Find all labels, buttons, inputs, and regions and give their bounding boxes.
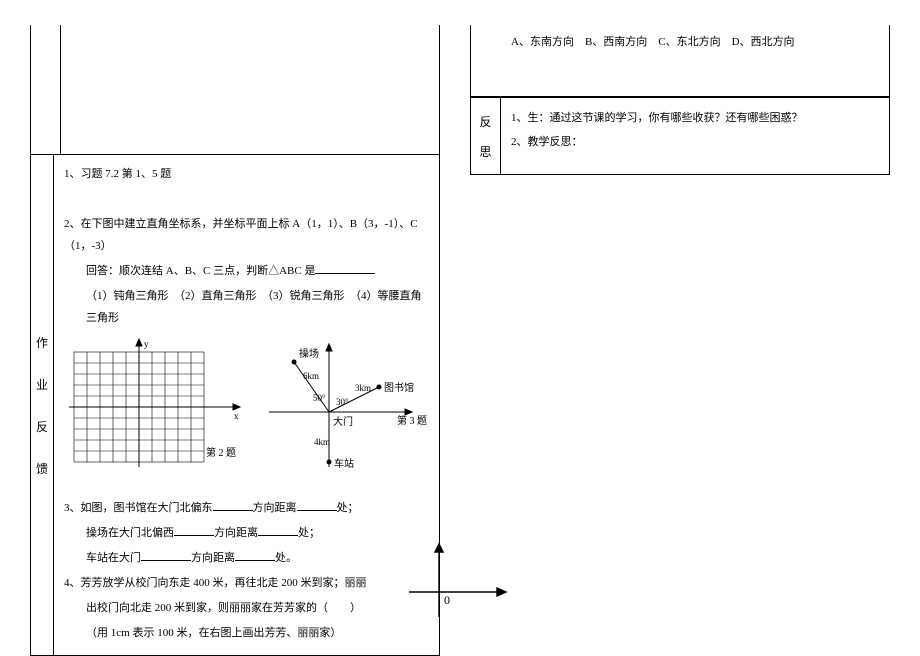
left-panel-top-blank — [31, 25, 439, 155]
left-panel: 作 业 反 馈 1、习题 7.2 第 1、5 题 2、在下图中建立直角坐标系，并… — [30, 25, 440, 656]
reflect-side-label: 反 思 — [471, 98, 501, 174]
side-char: 反 — [36, 418, 48, 435]
side-char: 馈 — [36, 460, 48, 477]
blank — [174, 524, 214, 536]
coord-svg: 0 — [404, 542, 509, 627]
y-label: y — [144, 339, 149, 349]
blank — [297, 499, 337, 511]
q3a-text: 3、如图，图书馆在大门北偏东 — [64, 502, 213, 514]
q4a-text: 4、芳芳放学从校门向东走 400 米，再往北走 200 米到家；丽丽 — [64, 572, 429, 594]
x-label: x — [234, 411, 239, 421]
grid-caption: 第 2 题 — [206, 444, 236, 464]
right-bottom-panel: 反 思 1、生：通过这节课的学习，你有哪些收获？还有哪些困惑？ 2、教学反思： — [470, 97, 890, 175]
side-char: 思 — [479, 143, 491, 160]
right-top-panel: A、东南方向 B、西南方向 C、东北方向 D、西北方向 — [470, 25, 890, 97]
d3-label: 3km — [355, 383, 371, 393]
q3a2: 方向距离 — [253, 502, 297, 514]
a50-label: 50° — [313, 393, 326, 403]
d6-label: 6km — [303, 371, 319, 381]
top-side-col — [31, 25, 61, 154]
left-panel-bottom: 作 业 反 馈 1、习题 7.2 第 1、5 题 2、在下图中建立直角坐标系，并… — [31, 155, 439, 655]
q1-text: 1、习题 7.2 第 1、5 题 — [64, 163, 429, 185]
a30-label: 30° — [336, 397, 349, 407]
q2b-text: 回答：顺次连结 A、B、C 三点，判断△ABC 是 — [86, 265, 315, 277]
q2b-line: 回答：顺次连结 A、B、C 三点，判断△ABC 是 — [64, 260, 429, 282]
blank — [213, 499, 253, 511]
q3a3: 处； — [337, 502, 359, 514]
q4b-text: 出校门向北走 200 米到家，则丽丽家在芳芳家的（ ） — [64, 597, 429, 619]
q4c-text: （用 1cm 表示 100 米，在右图上画出芳芳、丽丽家） — [64, 622, 429, 644]
playground-label: 操场 — [299, 347, 319, 360]
q3c3: 处。 — [275, 552, 297, 564]
q3b-text: 操场在大门北偏西 — [86, 527, 174, 539]
direction-diagram: 操场 图书馆 大门 车站 6km 3km 4km 50° 30° 第 3 题 — [259, 337, 429, 487]
side-char: 作 — [36, 334, 48, 351]
homework-content: 1、习题 7.2 第 1、5 题 2、在下图中建立直角坐标系，并坐标平面上标 A… — [54, 155, 439, 655]
station-label: 车站 — [334, 457, 354, 470]
zero-label: 0 — [444, 593, 450, 607]
reflect-content: 1、生：通过这节课的学习，你有哪些收获？还有哪些困惑？ 2、教学反思： — [501, 98, 889, 174]
blank — [141, 549, 191, 561]
q3b3: 处； — [298, 527, 320, 539]
q2a-text: 2、在下图中建立直角坐标系，并坐标平面上标 A（1，1）、B（3，-1）、C（1… — [64, 213, 429, 257]
reflect-q1: 1、生：通过这节课的学习，你有哪些收获？还有哪些困惑？ — [511, 106, 879, 130]
q3c-line: 车站在大门 方向距离 处。 — [64, 547, 429, 569]
coord-diagram: 0 — [404, 542, 509, 627]
grid-diagram: y x 第 2 题 — [69, 337, 244, 482]
side-char: 业 — [36, 376, 48, 393]
blank — [235, 549, 275, 561]
q3b-line: 操场在大门北偏西 方向距离 处； — [64, 522, 429, 544]
gate-label: 大门 — [333, 415, 353, 428]
side-char: 反 — [479, 113, 491, 130]
blank — [258, 524, 298, 536]
q3c2: 方向距离 — [191, 552, 235, 564]
options-text: A、东南方向 B、西南方向 C、东北方向 D、西北方向 — [511, 33, 879, 53]
q3b2: 方向距离 — [214, 527, 258, 539]
q2opts-text: （1）钝角三角形 （2）直角三角形 （3）锐角三角形 （4）等腰直角三角形 — [64, 285, 429, 329]
blank — [315, 262, 375, 274]
q3a-line: 3、如图，图书馆在大门北偏东 方向距离 处； — [64, 497, 429, 519]
d4-label: 4km — [314, 437, 330, 447]
homework-side-label: 作 业 反 馈 — [31, 155, 54, 655]
q3c-text: 车站在大门 — [86, 552, 141, 564]
reflect-q2: 2、教学反思： — [511, 130, 879, 154]
library-label: 图书馆 — [384, 381, 414, 394]
dir-caption: 第 3 题 — [397, 412, 427, 432]
diagrams-row: y x 第 2 题 — [69, 337, 429, 487]
